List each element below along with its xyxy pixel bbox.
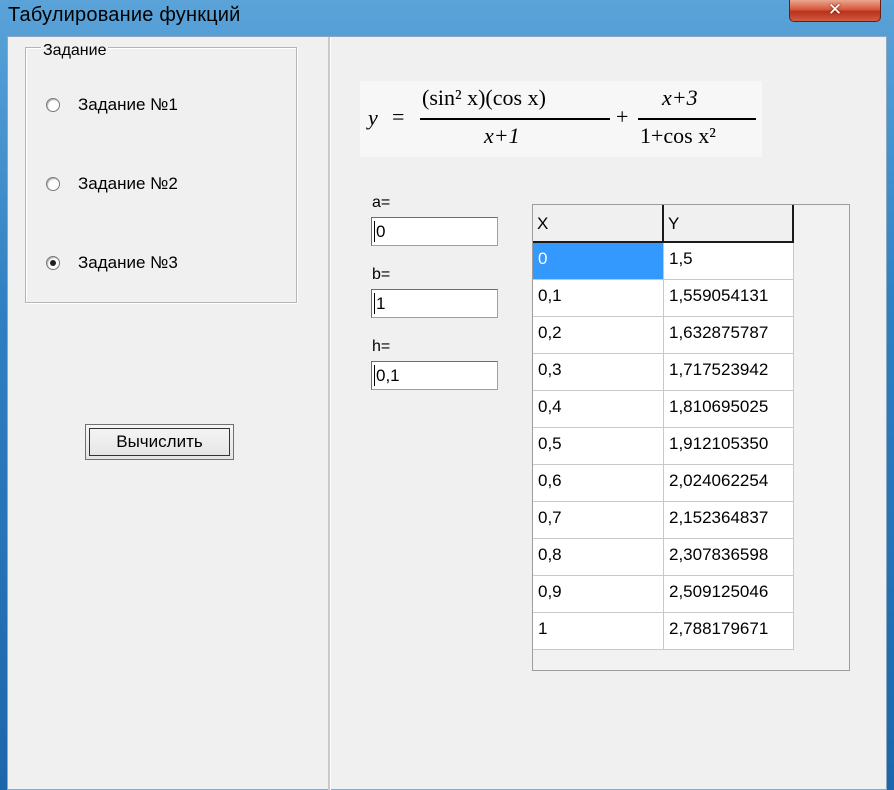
grid-cell-x[interactable]: 0,9 — [533, 576, 664, 613]
app-window: Табулирование функций ✕ Задание Задание … — [0, 0, 894, 790]
grid-cell-x[interactable]: 0 — [533, 243, 664, 280]
task-groupbox: Задание Задание №1 Задание №2 Задание №3 — [25, 42, 297, 303]
formula-numerator-2: x+3 — [662, 85, 698, 110]
input-b[interactable]: 1 — [371, 289, 498, 318]
grid-cell-x[interactable]: 0,2 — [533, 317, 664, 354]
title-bar[interactable]: Табулирование функций ✕ — [0, 0, 894, 36]
grid-cell-y[interactable]: 1,912105350 — [664, 428, 794, 465]
radio-task-3[interactable]: Задание №3 — [46, 253, 178, 273]
formula-equals: = — [392, 104, 405, 129]
grid-cell-x[interactable]: 0,6 — [533, 465, 664, 502]
grid-cell-x[interactable]: 0,8 — [533, 539, 664, 576]
grid-cell-x[interactable]: 0,3 — [533, 354, 664, 391]
label-h: h= — [372, 338, 391, 355]
calculate-button[interactable]: Вычислить — [85, 424, 234, 460]
grid-cell-y[interactable]: 1,810695025 — [664, 391, 794, 428]
radio-task-2[interactable]: Задание №2 — [46, 174, 178, 194]
radio-label: Задание №1 — [78, 95, 178, 114]
column-header-y[interactable]: Y — [664, 205, 794, 243]
grid-cell-x[interactable]: 0,1 — [533, 280, 664, 317]
input-h[interactable]: 0,1 — [371, 361, 498, 390]
grid-cell-y[interactable]: 1,5 — [664, 243, 794, 280]
grid-cell-x[interactable]: 0,5 — [533, 428, 664, 465]
radio-button-icon[interactable] — [46, 98, 60, 112]
formula-image: y = (sin² x)(cos x) x+1 + x+3 1+cos x² — [360, 81, 762, 157]
grid-cell-x[interactable]: 0,7 — [533, 502, 664, 539]
fraction-bar-2 — [638, 118, 756, 120]
grid-cell-y[interactable]: 2,152364837 — [664, 502, 794, 539]
radio-label: Задание №3 — [78, 253, 178, 272]
radio-button-icon[interactable] — [46, 177, 60, 191]
formula-plus: + — [616, 104, 629, 129]
calculate-button-label: Вычислить — [89, 428, 230, 456]
grid-cell-y[interactable]: 2,788179671 — [664, 613, 794, 650]
label-a: a= — [372, 194, 391, 211]
grid-cell-x[interactable]: 0,4 — [533, 391, 664, 428]
groupbox-title: Задание — [41, 42, 109, 60]
formula-numerator-1: (sin² x)(cos x) — [422, 85, 546, 110]
close-icon: ✕ — [827, 0, 843, 20]
label-b: b= — [372, 266, 391, 283]
grid-cell-x[interactable]: 1 — [533, 613, 664, 650]
close-button[interactable]: ✕ — [789, 0, 881, 22]
left-panel: Задание Задание №1 Задание №2 Задание №3… — [8, 37, 331, 790]
formula-denominator-1: x+1 — [484, 123, 520, 148]
radio-label: Задание №2 — [78, 174, 178, 193]
radio-task-1[interactable]: Задание №1 — [46, 95, 178, 115]
formula-y: y — [368, 105, 378, 130]
grid-cell-y[interactable]: 1,717523942 — [664, 354, 794, 391]
client-area: Задание Задание №1 Задание №2 Задание №3… — [7, 36, 887, 790]
results-grid[interactable]: X Y 0 1,5 0,1 1,559054131 0,2 1,632875787 0,3 1… — [532, 204, 850, 671]
input-a[interactable]: 0 — [371, 217, 498, 246]
grid-cell-y[interactable]: 2,307836598 — [664, 539, 794, 576]
grid-cell-y[interactable]: 1,632875787 — [664, 317, 794, 354]
column-header-x[interactable]: X — [533, 205, 664, 243]
formula-denominator-2: 1+cos x² — [640, 123, 716, 148]
window-title: Табулирование функций — [8, 4, 241, 26]
grid-cell-y[interactable]: 2,024062254 — [664, 465, 794, 502]
fraction-bar-1 — [420, 118, 610, 120]
grid-cell-y[interactable]: 1,559054131 — [664, 280, 794, 317]
radio-button-checked-icon[interactable] — [46, 256, 60, 270]
grid-cell-y[interactable]: 2,509125046 — [664, 576, 794, 613]
